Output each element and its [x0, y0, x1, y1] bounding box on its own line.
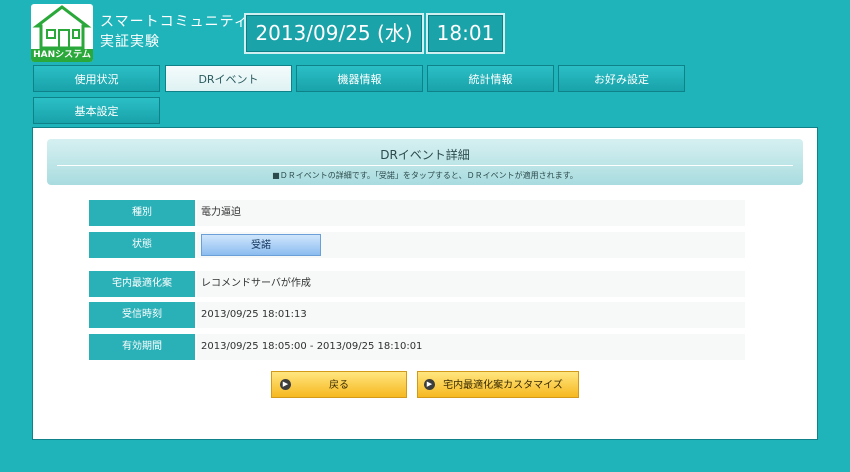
app-title-line1: スマートコミュニティ	[100, 14, 249, 30]
detail-row-received-time: 受信時刻 2013/09/25 18:01:13	[89, 302, 745, 328]
row-label: 状態	[89, 232, 195, 258]
row-label: 種別	[89, 200, 195, 226]
panel-description: ■ＤＲイベントの詳細です。「受諾」をタップすると、ＤＲイベントが適用されます。	[272, 171, 578, 180]
detail-row-status: 状態 受諾	[89, 232, 745, 258]
tab-dr-event[interactable]: DRイベント	[165, 65, 292, 92]
house-icon	[32, 5, 92, 50]
tab-basic-settings[interactable]: 基本設定	[33, 97, 160, 124]
detail-row-valid-period: 有効期間 2013/09/25 18:05:00 - 2013/09/25 18…	[89, 334, 745, 360]
app-title: スマートコミュニティ 実証実験	[100, 12, 249, 52]
detail-row-type: 種別 電力逼迫	[89, 200, 745, 226]
arrow-right-circle-icon: ▶	[424, 379, 435, 390]
tab-statistics[interactable]: 統計情報	[427, 65, 554, 92]
row-value: 電力逼迫	[197, 200, 745, 226]
accept-button[interactable]: 受諾	[201, 234, 321, 256]
dr-event-detail-panel: DRイベント詳細 ■ＤＲイベントの詳細です。「受諾」をタップすると、ＤＲイベント…	[32, 127, 818, 440]
app-logo: HANシステム	[31, 4, 93, 62]
panel-header: DRイベント詳細 ■ＤＲイベントの詳細です。「受諾」をタップすると、ＤＲイベント…	[47, 139, 803, 185]
panel-title: DRイベント詳細	[380, 148, 470, 162]
app-title-line2: 実証実験	[100, 34, 160, 50]
row-value: 2013/09/25 18:01:13	[197, 302, 745, 328]
customize-button-label: 宅内最適化案カスタマイズ	[443, 380, 563, 391]
divider	[57, 165, 793, 166]
back-button[interactable]: ▶ 戻る	[271, 371, 407, 398]
date-display: 2013/09/25 (水)	[244, 13, 424, 54]
row-value: 2013/09/25 18:05:00 - 2013/09/25 18:10:0…	[197, 334, 745, 360]
row-label: 有効期間	[89, 334, 195, 360]
arrow-right-circle-icon: ▶	[280, 379, 291, 390]
row-label: 受信時刻	[89, 302, 195, 328]
time-display: 18:01	[426, 13, 505, 54]
back-button-label: 戻る	[329, 380, 349, 391]
tab-device-info[interactable]: 機器情報	[296, 65, 423, 92]
logo-text: HANシステム	[31, 49, 93, 62]
customize-optimization-button[interactable]: ▶ 宅内最適化案カスタマイズ	[417, 371, 579, 398]
row-label: 宅内最適化案	[89, 271, 195, 297]
detail-row-optimization: 宅内最適化案 レコメンドサーバが作成	[89, 271, 745, 297]
tab-preferences[interactable]: お好み設定	[558, 65, 685, 92]
tab-usage[interactable]: 使用状況	[33, 65, 160, 92]
row-value: レコメンドサーバが作成	[197, 271, 745, 297]
